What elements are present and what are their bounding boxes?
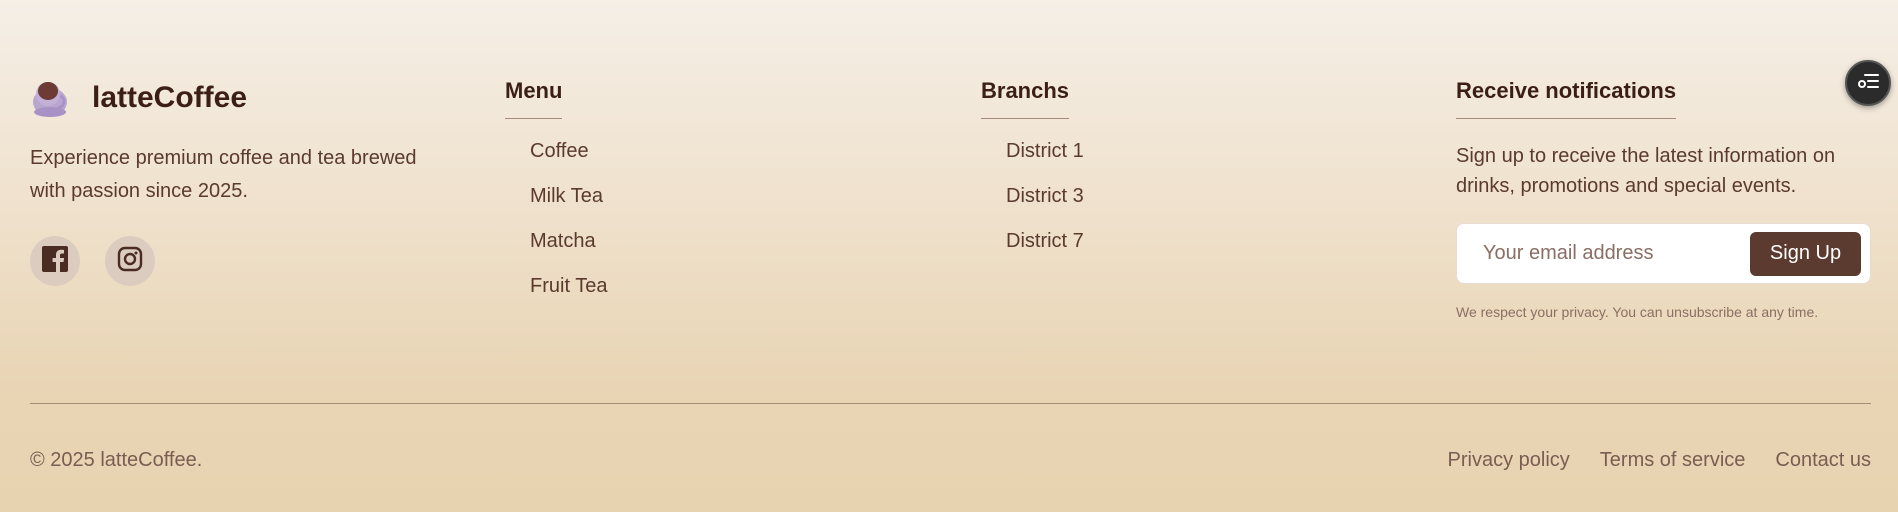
privacy-note: We respect your privacy. You can unsubsc… xyxy=(1456,304,1819,320)
menu-title: Menu xyxy=(505,78,563,119)
settings-list-icon xyxy=(1857,72,1879,95)
branches-title: Branchs xyxy=(981,78,1070,119)
copyright-text: © 2025 latteCoffee. xyxy=(30,449,203,471)
branches-list: District 1 District 3 District 7 xyxy=(981,137,1084,272)
floating-settings-button[interactable] xyxy=(1845,60,1891,106)
branch-item-district-3[interactable]: District 3 xyxy=(1006,182,1084,227)
branch-item-district-1[interactable]: District 1 xyxy=(1006,137,1084,182)
contact-us-link[interactable]: Contact us xyxy=(1775,449,1871,472)
branch-item-district-7[interactable]: District 7 xyxy=(1006,227,1084,272)
brand-logo-row[interactable]: latteCoffee xyxy=(30,76,450,120)
notifications-description-line: drinks, promotions and special events. xyxy=(1456,175,1797,197)
subscribe-form: Sign Up xyxy=(1456,223,1871,284)
notifications-description: Sign up to receive the latest informatio… xyxy=(1456,141,1871,201)
notifications-description-line: Sign up to receive the latest informatio… xyxy=(1456,145,1836,167)
menu-item-fruit-tea[interactable]: Fruit Tea xyxy=(530,272,607,317)
brand-description: Experience premium coffee and tea brewed… xyxy=(30,142,450,208)
branches-column: Branchs District 1 District 3 District 7 xyxy=(981,78,1084,272)
notifications-title: Receive notifications xyxy=(1456,78,1677,119)
legal-links: Privacy policy Terms of service Contact … xyxy=(1448,449,1871,472)
menu-item-matcha[interactable]: Matcha xyxy=(530,227,607,272)
brand-description-line: with passion since 2025. xyxy=(30,180,248,202)
notifications-column: Receive notifications Sign up to receive… xyxy=(1456,78,1871,320)
coffee-cup-icon xyxy=(30,76,70,120)
menu-list: Coffee Milk Tea Matcha Fruit Tea xyxy=(505,137,607,317)
brand-name: latteCoffee xyxy=(92,81,248,114)
facebook-link[interactable] xyxy=(30,236,80,286)
social-links xyxy=(30,236,450,286)
menu-column: Menu Coffee Milk Tea Matcha Fruit Tea xyxy=(505,78,607,317)
instagram-link[interactable] xyxy=(105,236,155,286)
menu-item-coffee[interactable]: Coffee xyxy=(530,137,607,182)
instagram-icon xyxy=(117,246,143,277)
footer-divider xyxy=(30,403,1871,404)
brand-description-line: Experience premium coffee and tea brewed xyxy=(30,147,417,169)
terms-of-service-link[interactable]: Terms of service xyxy=(1600,449,1746,472)
facebook-icon xyxy=(42,245,68,277)
privacy-policy-link[interactable]: Privacy policy xyxy=(1448,449,1570,472)
site-footer: latteCoffee Experience premium coffee an… xyxy=(30,0,1871,512)
email-input[interactable] xyxy=(1481,241,1750,266)
brand-column: latteCoffee Experience premium coffee an… xyxy=(30,76,450,286)
menu-item-milk-tea[interactable]: Milk Tea xyxy=(530,182,607,227)
sign-up-button[interactable]: Sign Up xyxy=(1750,231,1861,276)
